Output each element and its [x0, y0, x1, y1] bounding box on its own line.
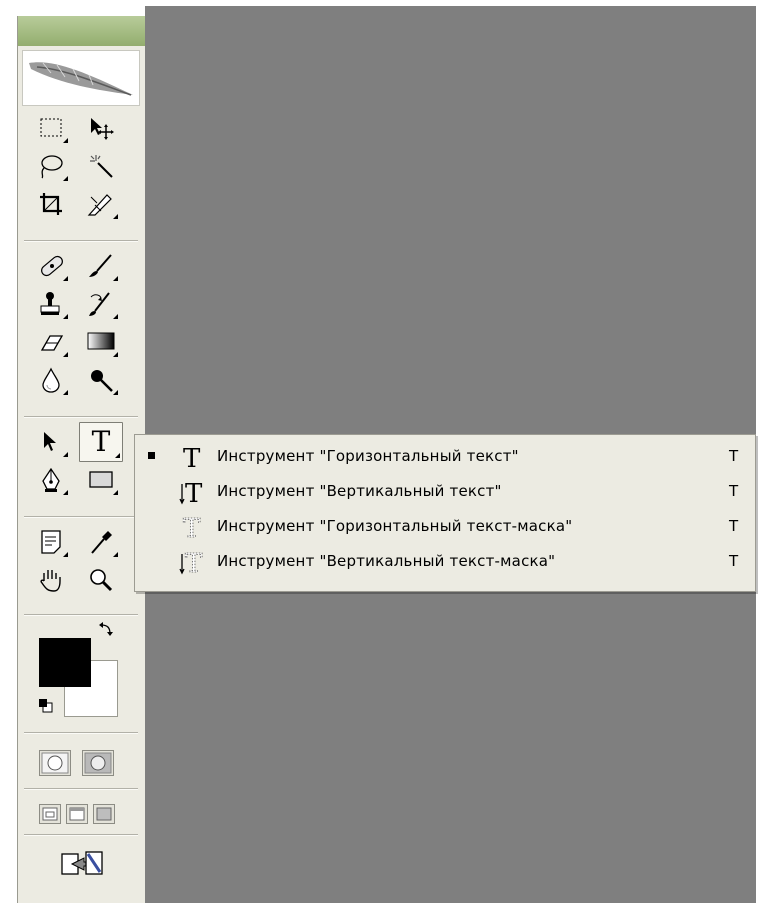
pen-tool[interactable]: [32, 462, 70, 498]
toolbox-separator: [24, 516, 138, 518]
type-tool-icon: T: [91, 425, 111, 458]
flyout-item-horizontal-type[interactable]: T Инструмент "Горизонтальный текст" T: [135, 441, 755, 472]
hand-tool[interactable]: [32, 562, 70, 598]
history-brush-tool-icon: [89, 292, 110, 316]
svg-text:T: T: [183, 514, 201, 541]
toolbox-panel: T: [17, 16, 145, 903]
blur-tool[interactable]: [32, 362, 70, 398]
move-tool[interactable]: [82, 110, 120, 146]
flyout-item-shortcut: T: [729, 517, 739, 535]
toolbox-separator: [24, 614, 138, 616]
notes-tool-icon: [41, 530, 61, 554]
hand-tool-icon: [40, 570, 61, 592]
full-screen-menu-mode-button[interactable]: [66, 804, 88, 824]
lasso-tool[interactable]: [32, 148, 70, 184]
flyout-item-label: Инструмент "Горизонтальный текст-маска": [217, 517, 573, 535]
flyout-item-horizontal-type-mask[interactable]: T Инструмент "Горизонтальный текст-маска…: [135, 511, 755, 542]
flyout-item-shortcut: T: [729, 552, 739, 570]
healing-brush-tool[interactable]: [32, 248, 70, 284]
horizontal-type-icon: T: [183, 444, 201, 471]
dodge-tool-icon: [91, 370, 113, 392]
pen-tool-icon: [42, 467, 60, 492]
flyout-item-vertical-type-mask[interactable]: T Инструмент "Вертикальный текст-маска" …: [135, 546, 755, 577]
flyout-item-shortcut: T: [729, 482, 739, 500]
eraser-tool[interactable]: [32, 324, 70, 360]
svg-text:T: T: [183, 444, 201, 471]
type-tool[interactable]: T: [79, 422, 123, 462]
healing-brush-tool-icon: [41, 255, 63, 277]
standard-mode-button[interactable]: [39, 750, 71, 776]
quick-mask-icon: [84, 752, 112, 774]
slice-tool-icon: [87, 194, 112, 216]
zoom-tool[interactable]: [82, 562, 120, 598]
blur-tool-icon: [42, 367, 60, 393]
full-screen-menu-icon: [69, 807, 85, 821]
gradient-tool-icon: [87, 332, 115, 350]
flyout-item-vertical-type[interactable]: T Инструмент "Вертикальный текст" T: [135, 476, 755, 507]
history-brush-tool[interactable]: [82, 286, 120, 322]
crop-tool[interactable]: [32, 186, 70, 222]
full-screen-icon: [96, 807, 112, 821]
move-tool-icon: [91, 118, 114, 140]
flyout-item-label: Инструмент "Вертикальный текст": [217, 482, 502, 500]
jump-to-imageready-button[interactable]: [58, 846, 106, 880]
standard-mode-icon: [41, 752, 69, 774]
vertical-type-mask-icon: T: [179, 549, 203, 576]
rectangle-tool[interactable]: [82, 462, 120, 498]
svg-text:T: T: [185, 479, 203, 506]
gradient-tool[interactable]: [82, 324, 120, 360]
jump-to-imageready-icon: [61, 851, 103, 875]
svg-text:T: T: [185, 549, 203, 576]
lasso-tool-icon: [41, 155, 63, 179]
crop-tool-icon: [40, 193, 62, 215]
active-tool-bullet: [148, 452, 155, 459]
clone-stamp-tool-icon: [40, 292, 60, 315]
type-tool-flyout-menu: T Инструмент "Горизонтальный текст" T T …: [134, 434, 756, 592]
horizontal-type-mask-icon: T: [183, 514, 202, 541]
eyedropper-tool-icon: [91, 531, 112, 554]
standard-screen-mode-button[interactable]: [39, 804, 61, 824]
dodge-tool[interactable]: [82, 362, 120, 398]
foreground-color-swatch[interactable]: [39, 638, 91, 687]
path-selection-tool-icon: [44, 432, 56, 451]
magic-wand-tool-icon: [90, 155, 113, 178]
flyout-item-shortcut: T: [729, 447, 739, 465]
zoom-tool-icon: [90, 569, 113, 592]
vertical-type-icon: T: [179, 479, 203, 506]
swap-colors-icon[interactable]: [98, 622, 114, 638]
toolbox-separator: [24, 732, 138, 734]
clone-stamp-tool[interactable]: [32, 286, 70, 322]
toolbox-separator: [24, 416, 138, 418]
eyedropper-tool[interactable]: [82, 524, 120, 560]
photoshop-window: T T Инструмент "Горизонтальный текст" T …: [0, 0, 761, 909]
quick-mask-mode-button[interactable]: [82, 750, 114, 776]
slice-tool[interactable]: [82, 186, 120, 222]
rectangle-tool-icon: [89, 471, 113, 488]
brush-tool[interactable]: [82, 248, 120, 284]
path-selection-tool[interactable]: [32, 424, 70, 460]
toolbox-separator: [24, 788, 138, 790]
notes-tool[interactable]: [32, 524, 70, 560]
flyout-item-label: Инструмент "Горизонтальный текст": [217, 447, 519, 465]
marquee-tool[interactable]: [32, 110, 70, 146]
marquee-tool-icon: [40, 118, 62, 137]
toolbox-grip[interactable]: [18, 16, 145, 46]
toolbox-separator: [24, 240, 138, 242]
standard-screen-mode-icon: [42, 807, 58, 821]
brush-tool-icon: [89, 254, 112, 277]
toolbox-separator: [24, 834, 138, 836]
eraser-tool-icon: [40, 335, 64, 351]
flyout-item-label: Инструмент "Вертикальный текст-маска": [217, 552, 556, 570]
magic-wand-tool[interactable]: [82, 148, 120, 184]
default-colors-icon[interactable]: [39, 699, 53, 713]
feather-logo[interactable]: [22, 50, 140, 106]
full-screen-mode-button[interactable]: [93, 804, 115, 824]
